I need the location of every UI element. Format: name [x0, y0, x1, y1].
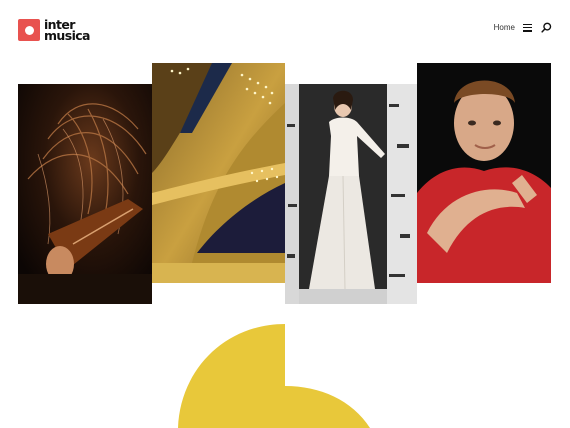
singer-photo[interactable] — [285, 84, 417, 304]
logo-line-2: musica — [44, 28, 91, 43]
logo-wordmark: inter musica — [44, 18, 91, 43]
search-icon[interactable] — [541, 22, 552, 33]
intermusica-logo[interactable]: inter musica — [18, 18, 91, 43]
nav-home-link[interactable]: Home — [494, 23, 515, 32]
top-navigation: Home — [494, 22, 552, 33]
page: inter musica Home — [0, 0, 570, 428]
conductor-photo[interactable] — [417, 63, 551, 283]
concert-hall-photo[interactable] — [152, 63, 285, 283]
hamburger-menu-icon[interactable] — [523, 23, 532, 32]
logo-mark-icon — [18, 19, 40, 41]
violinist-photo[interactable] — [18, 84, 152, 304]
